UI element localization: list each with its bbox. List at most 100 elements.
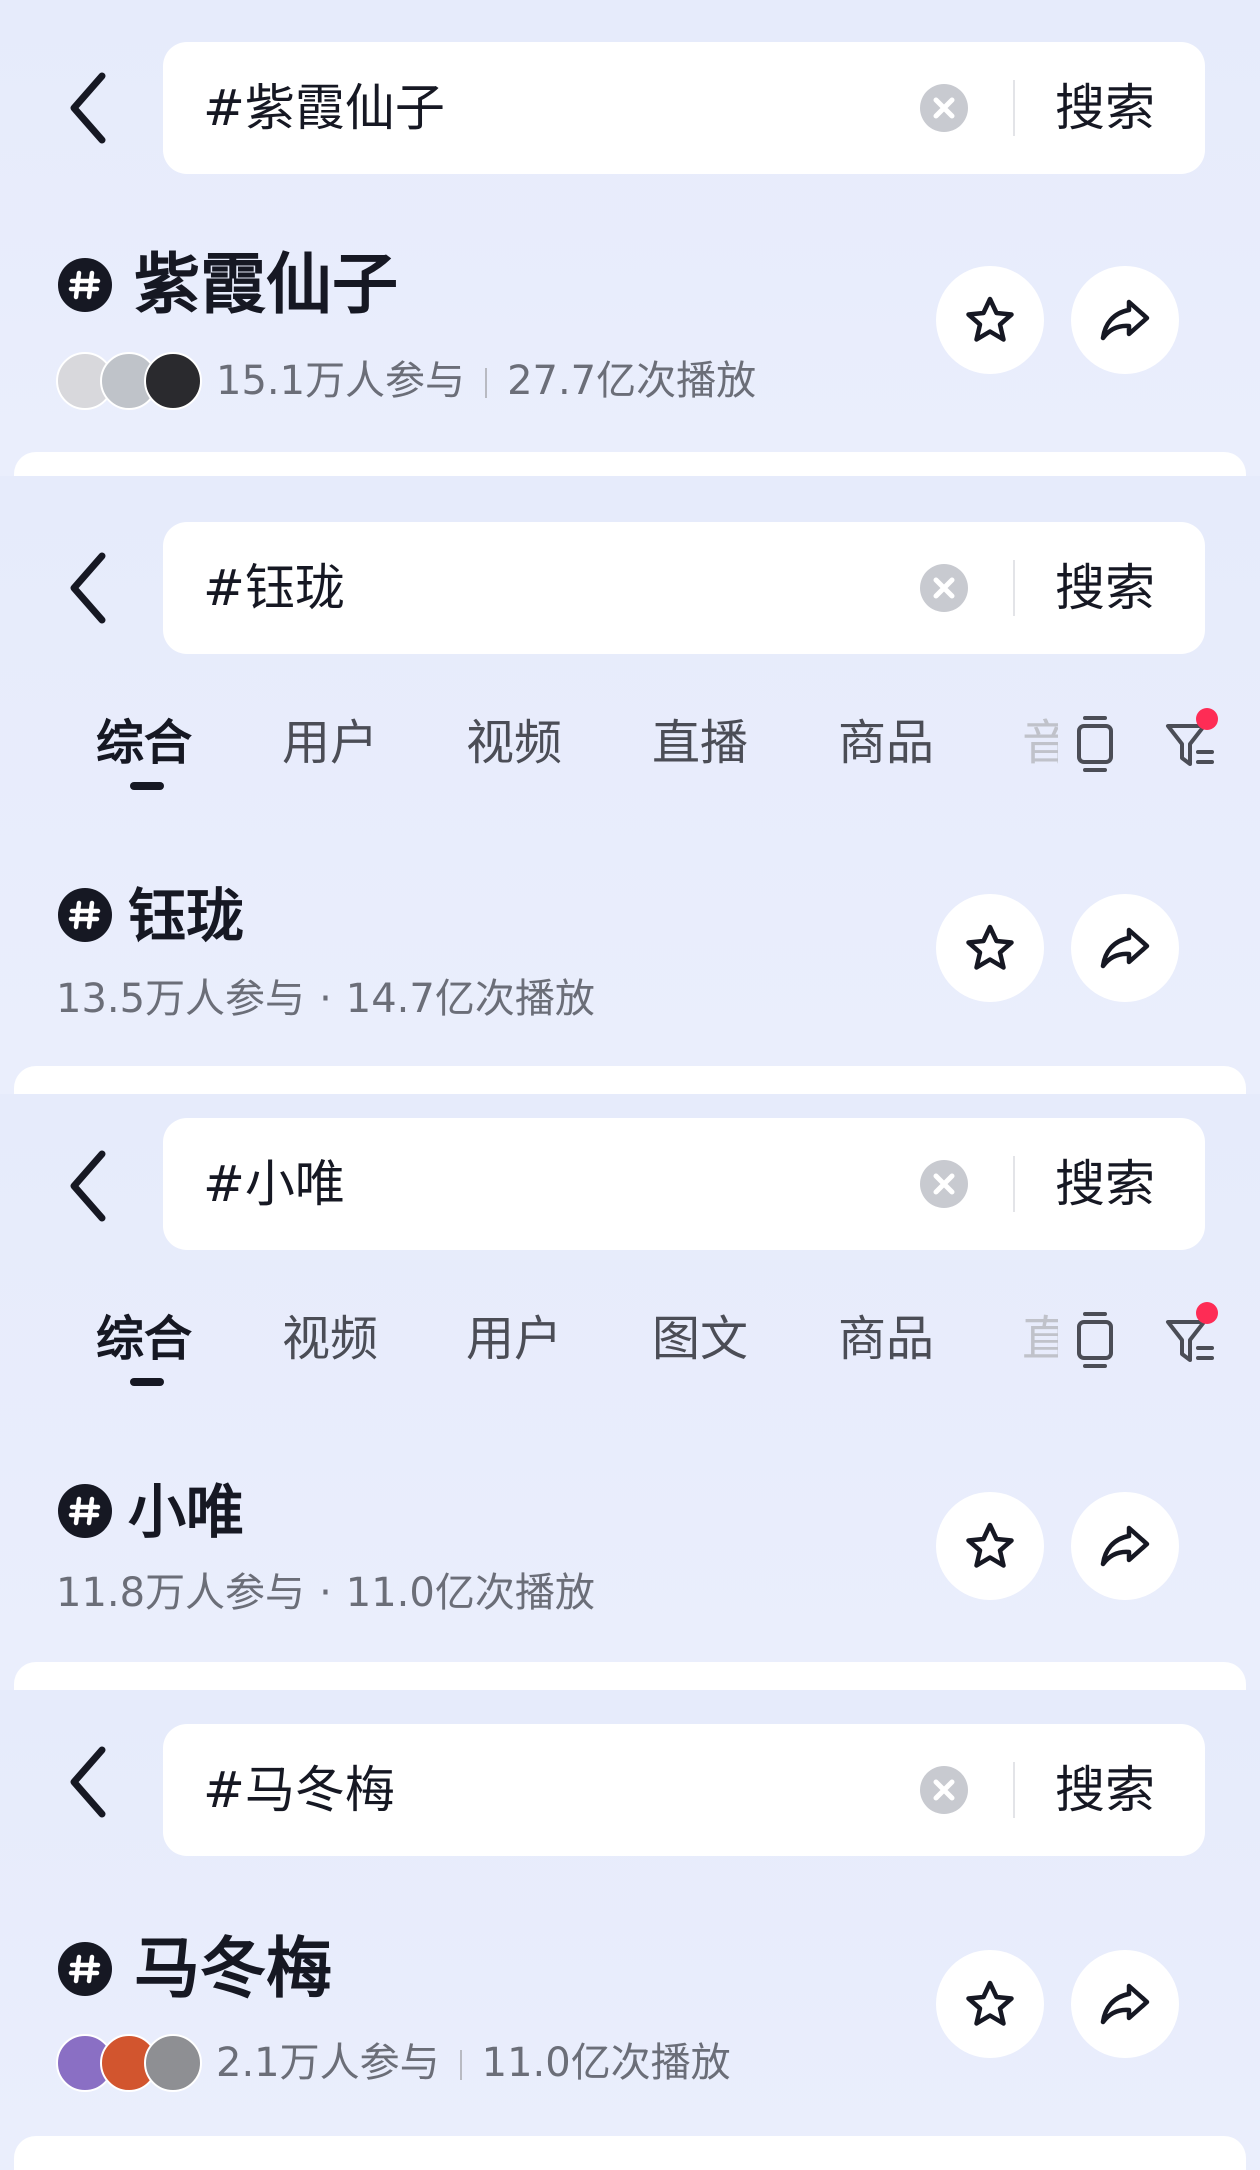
hashtag-icon	[58, 888, 112, 942]
tab-products[interactable]: 商品	[838, 1294, 934, 1384]
tab-image-text[interactable]: 图文	[652, 1294, 748, 1384]
clear-icon[interactable]	[920, 1160, 968, 1208]
hashtag-icon	[58, 1942, 112, 1996]
search-box: #紫霞仙子 搜索	[163, 42, 1205, 174]
search-input[interactable]: #紫霞仙子	[203, 42, 445, 174]
play-count: 14.7亿次播放	[345, 976, 595, 1022]
star-icon	[966, 924, 1014, 970]
tab-videos[interactable]: 视频	[282, 1294, 378, 1384]
back-button[interactable]	[58, 1146, 118, 1226]
share-button[interactable]	[1071, 1950, 1179, 2058]
tab-comprehensive[interactable]: 综合	[96, 698, 192, 788]
search-button[interactable]: 搜索	[1055, 1724, 1155, 1856]
avatar	[144, 352, 202, 410]
topic-stats: 2.1万人参与 11.0亿次播放	[216, 2034, 731, 2092]
search-input[interactable]: #马冬梅	[203, 1724, 395, 1856]
topic-stats: 15.1万人参与 27.7亿次播放	[216, 352, 756, 410]
active-tab-indicator	[130, 782, 164, 790]
results-card	[14, 1066, 1246, 1094]
clear-icon[interactable]	[920, 1766, 968, 1814]
tab-videos[interactable]: 视频	[466, 698, 562, 788]
participants-count: 13.5万人参与	[56, 976, 306, 1022]
results-card	[14, 2136, 1246, 2170]
back-arrow-icon	[70, 552, 106, 624]
search-divider	[1013, 1762, 1015, 1818]
search-button[interactable]: 搜索	[1055, 42, 1155, 174]
hashtag-icon	[58, 258, 112, 312]
play-count: 11.0亿次播放	[481, 2040, 731, 2086]
search-box: #钰珑 搜索	[163, 522, 1205, 654]
search-button[interactable]: 搜索	[1055, 522, 1155, 654]
tab-products[interactable]: 商品	[838, 698, 934, 788]
tab-partial[interactable]: 直	[1022, 1294, 1058, 1384]
share-icon	[1100, 299, 1150, 341]
clear-icon[interactable]	[920, 84, 968, 132]
favorite-button[interactable]	[936, 1492, 1044, 1600]
back-arrow-icon	[70, 72, 106, 144]
favorite-button[interactable]	[936, 894, 1044, 1002]
tab-partial[interactable]: 音	[1022, 698, 1058, 788]
participants-count: 15.1万人参与	[216, 358, 466, 404]
topic-title: 马冬梅	[134, 1930, 332, 2007]
topic-title: 钰珑	[128, 882, 245, 950]
search-box: #马冬梅 搜索	[163, 1724, 1205, 1856]
topic-title: 小唯	[128, 1478, 245, 1546]
search-divider	[1013, 80, 1015, 136]
search-divider	[1013, 1156, 1015, 1212]
active-tab-indicator	[130, 1378, 164, 1386]
filter-notification-dot	[1196, 708, 1218, 730]
result-tabs: 综合 视频 用户 图文 商品 直	[0, 1294, 1260, 1404]
tab-live[interactable]: 直播	[652, 698, 748, 788]
share-icon	[1100, 1525, 1150, 1567]
participant-avatars	[56, 352, 202, 410]
search-box: #小唯 搜索	[163, 1118, 1205, 1250]
avatar	[144, 2034, 202, 2092]
share-button[interactable]	[1071, 894, 1179, 1002]
hashtag-icon	[58, 1484, 112, 1538]
tab-comprehensive[interactable]: 综合	[96, 1294, 192, 1384]
layout-toggle-button[interactable]	[1065, 708, 1125, 778]
back-arrow-icon	[70, 1150, 106, 1222]
back-button[interactable]	[58, 1742, 118, 1822]
search-divider	[1013, 560, 1015, 616]
results-card	[14, 452, 1246, 476]
share-button[interactable]	[1071, 1492, 1179, 1600]
tablet-icon	[1077, 1312, 1113, 1368]
play-count: 27.7亿次播放	[507, 358, 757, 404]
stats-divider	[485, 368, 488, 398]
star-icon	[966, 1980, 1014, 2026]
star-icon	[966, 1522, 1014, 1568]
back-arrow-icon	[70, 1746, 106, 1818]
panel-4: #马冬梅 搜索 马冬梅 2.1万人参与 11.0亿次播放	[0, 1690, 1260, 2170]
participant-avatars	[56, 2034, 202, 2092]
favorite-button[interactable]	[936, 1950, 1044, 2058]
tablet-icon	[1077, 716, 1113, 772]
panel-1: #紫霞仙子 搜索 紫霞仙子 15.1万人参与 27.7亿次播放	[0, 0, 1260, 476]
clear-icon[interactable]	[920, 564, 968, 612]
topic-title: 紫霞仙子	[134, 246, 398, 323]
layout-toggle-button[interactable]	[1065, 1304, 1125, 1374]
back-button[interactable]	[58, 68, 118, 148]
results-card	[14, 1662, 1246, 1690]
panel-2: #钰珑 搜索 综合 用户 视频 直播 商品 音 钰珑 13.5万人参与 · 14.7…	[0, 476, 1260, 1094]
play-count: 11.0亿次播放	[345, 1570, 595, 1616]
share-icon	[1100, 1983, 1150, 2025]
participants-count: 11.8万人参与	[56, 1570, 306, 1616]
filter-notification-dot	[1196, 1302, 1218, 1324]
stats-separator: ·	[319, 976, 332, 1022]
favorite-button[interactable]	[936, 266, 1044, 374]
topic-stats: 13.5万人参与 · 14.7亿次播放	[56, 970, 595, 1028]
search-input[interactable]: #钰珑	[203, 522, 345, 654]
stats-separator: ·	[319, 1570, 332, 1616]
topic-stats: 11.8万人参与 · 11.0亿次播放	[56, 1564, 595, 1622]
search-input[interactable]: #小唯	[203, 1118, 345, 1250]
share-button[interactable]	[1071, 266, 1179, 374]
star-icon	[966, 296, 1014, 342]
panel-3: #小唯 搜索 综合 视频 用户 图文 商品 直 小唯 11.8万人参与 · 11.0…	[0, 1094, 1260, 1690]
back-button[interactable]	[58, 548, 118, 628]
participants-count: 2.1万人参与	[216, 2040, 440, 2086]
search-button[interactable]: 搜索	[1055, 1118, 1155, 1250]
result-tabs: 综合 用户 视频 直播 商品 音	[0, 698, 1260, 808]
tab-users[interactable]: 用户	[282, 698, 378, 788]
tab-users[interactable]: 用户	[466, 1294, 562, 1384]
